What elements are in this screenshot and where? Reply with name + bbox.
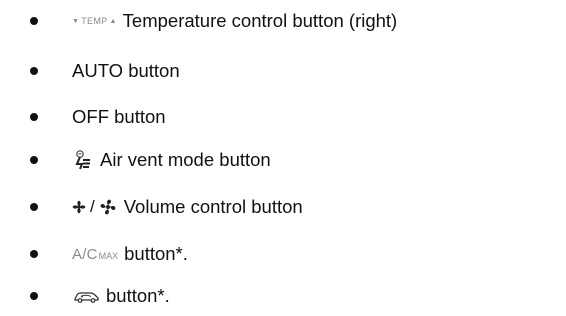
air-recirculation-icon: [74, 292, 99, 303]
bullet: [30, 67, 38, 75]
bullet-list: ▼ TEMP ▲ Temperature control button (rig…: [0, 0, 566, 313]
list-item-text: button*.: [124, 243, 188, 264]
temp-up-down-icon: ▼ TEMP ▲: [72, 16, 117, 26]
list-item-text: Air vent mode button: [100, 149, 271, 170]
list-item-text: OFF button: [72, 106, 166, 127]
bullet: [30, 17, 38, 25]
fan-low-icon: [72, 200, 86, 214]
bullet: [30, 156, 38, 164]
list-item-text: Temperature control button (right): [122, 10, 398, 31]
ac-max-icon: A/C MAX: [72, 245, 119, 263]
list-item-text: button*.: [106, 285, 170, 306]
bullet: [30, 250, 38, 258]
bullet: [30, 292, 38, 300]
air-vent-mode-icon: [75, 150, 90, 170]
list-item-text: Volume control button: [123, 196, 303, 217]
separator: /: [90, 197, 95, 216]
list-item-text: AUTO button: [72, 60, 180, 81]
bullet: [30, 203, 38, 211]
fan-high-icon: [100, 199, 116, 215]
bullet: [30, 113, 38, 121]
